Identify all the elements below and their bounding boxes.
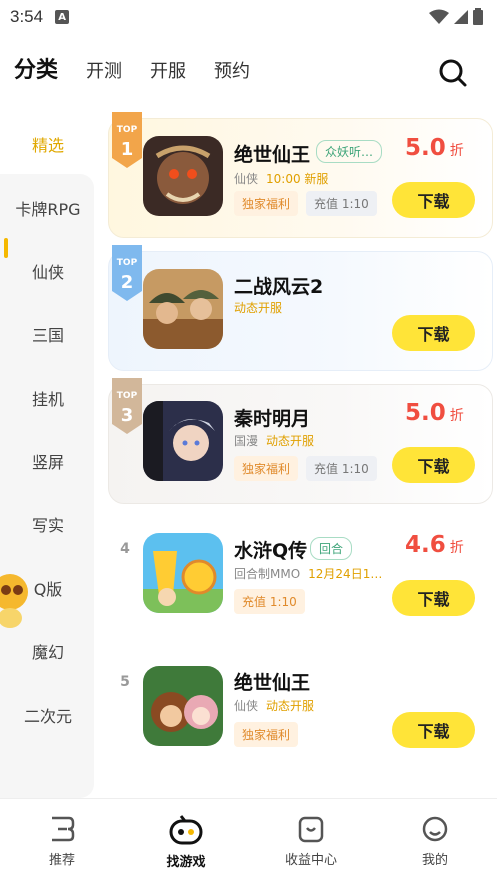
download-button[interactable]: 下载 (392, 712, 475, 748)
nav-recommend[interactable]: 推荐 (12, 815, 112, 868)
sidebar-item-xianxia[interactable]: 仙侠 (0, 259, 96, 283)
tab-reserve[interactable]: 预约 (214, 57, 250, 83)
chip-exclusive-perk: 独家福利 (234, 722, 299, 747)
chip-recharge-rate: 充值 1:10 (234, 589, 305, 614)
discount: 5.0 折 (405, 400, 464, 426)
category-sidebar: 精选 卡牌RPG 仙侠 三国 挂机 竖屏 写实 Q版 魔幻 二次元 (0, 108, 96, 798)
game-icon[interactable] (143, 533, 223, 613)
active-indicator (4, 238, 8, 258)
wifi-icon (429, 9, 449, 24)
wallet-icon (298, 816, 324, 843)
floating-mascot-icon[interactable] (0, 568, 32, 634)
signal-icon (454, 9, 468, 24)
game-name[interactable]: 二战风云2 (234, 272, 323, 299)
game-server-info: 动态开服 (234, 301, 283, 315)
sidebar-item-card-rpg[interactable]: 卡牌RPG (0, 196, 96, 220)
game-server-info: 10:00 新服 (266, 172, 329, 186)
sidebar-item-featured[interactable]: 精选 (0, 132, 96, 156)
status-bar: 3:54 A (0, 0, 497, 34)
discount-unit: 折 (449, 408, 464, 424)
sidebar-item-realistic[interactable]: 写实 (0, 512, 96, 536)
game-genre: 国漫 (234, 434, 259, 448)
game-icon[interactable] (143, 401, 223, 481)
nav-mine[interactable]: 我的 (385, 815, 485, 868)
battery-icon (473, 8, 483, 25)
game-meta: 仙侠 动态开服 (234, 697, 314, 714)
game-meta: 仙侠 10:00 新服 (234, 170, 328, 187)
discount: 4.6 折 (405, 532, 464, 558)
game-name[interactable]: 绝世仙王 (234, 668, 310, 695)
game-genre: 仙侠 (234, 699, 259, 713)
game-genre: 回合制MMO (234, 567, 301, 581)
download-button[interactable]: 下载 (392, 580, 475, 616)
game-genre: 仙侠 (234, 172, 259, 186)
rank-badge-label: TOP (117, 391, 138, 401)
rank-number: 5 (120, 674, 130, 690)
game-name[interactable]: 秦时明月 (234, 404, 310, 431)
nav-label: 收益中心 (284, 853, 337, 868)
game-server-info: 动态开服 (266, 434, 315, 448)
top-rank-badge: TOP 1 (112, 112, 142, 168)
rank-number: 2 (121, 272, 134, 293)
game-icon[interactable] (143, 666, 223, 746)
search-icon[interactable] (438, 58, 468, 88)
notification-icon: A (55, 10, 70, 24)
tab-category[interactable]: 分类 (14, 52, 58, 84)
game-icon[interactable] (143, 136, 223, 216)
chip-recharge-rate: 充值 1:10 (306, 191, 377, 216)
tab-server[interactable]: 开服 (150, 57, 186, 83)
chip-recharge-rate: 充值 1:10 (306, 456, 377, 481)
nav-label: 找游戏 (166, 855, 206, 870)
game-meta: 国漫 动态开服 (234, 432, 314, 449)
profile-icon (422, 816, 448, 842)
top-rank-badge: TOP 2 (112, 245, 142, 301)
download-button[interactable]: 下载 (392, 182, 475, 218)
rank-badge-label: TOP (117, 125, 138, 135)
status-indicators (429, 8, 483, 25)
top-tabs: 分类 开测 开服 预约 (14, 52, 250, 84)
tab-test[interactable]: 开测 (86, 57, 122, 83)
discount: 5.0 折 (405, 135, 464, 161)
discount-value: 5.0 (405, 135, 446, 161)
status-time: 3:54 (10, 7, 44, 26)
sidebar-item-vertical[interactable]: 竖屏 (0, 449, 96, 473)
discount-unit: 折 (449, 540, 464, 556)
sidebar-item-anime[interactable]: 二次元 (0, 703, 96, 727)
bottom-nav: 推荐 找游戏 收益中心 我的 (0, 798, 497, 883)
nav-label: 我的 (421, 853, 448, 868)
game-icon[interactable] (143, 269, 223, 349)
chip-exclusive-perk: 独家福利 (234, 456, 299, 481)
chip-exclusive-perk: 独家福利 (234, 191, 299, 216)
game-name[interactable]: 绝世仙王 (234, 140, 310, 167)
sidebar-item-fantasy[interactable]: 魔幻 (0, 639, 96, 663)
download-button[interactable]: 下载 (392, 315, 475, 351)
top-rank-badge: TOP 3 (112, 378, 142, 434)
discount-value: 5.0 (405, 400, 446, 426)
game-tag: 回合 (310, 537, 353, 560)
rank-number: 1 (121, 139, 134, 160)
game-server-info: 12月24日1… (308, 567, 383, 581)
rank-number: 3 (121, 405, 134, 426)
discount-unit: 折 (449, 143, 464, 159)
discount-value: 4.6 (405, 532, 446, 558)
game-name[interactable]: 水浒Q传 (234, 536, 307, 563)
download-button[interactable]: 下载 (392, 447, 475, 483)
sidebar-item-idle[interactable]: 挂机 (0, 386, 96, 410)
game-server-info: 动态开服 (266, 699, 315, 713)
nav-earnings[interactable]: 收益中心 (261, 815, 361, 868)
nav-label: 推荐 (48, 853, 75, 868)
rank-badge-label: TOP (117, 258, 138, 268)
gamepad-icon (169, 815, 203, 845)
rank-number: 4 (120, 541, 130, 557)
nav-find-games[interactable]: 找游戏 (136, 815, 236, 870)
sidebar-item-three-kingdoms[interactable]: 三国 (0, 322, 96, 346)
game-meta: 回合制MMO 12月24日1… (234, 565, 382, 582)
game-meta: 动态开服 (234, 299, 282, 316)
game-tag: 众妖听… (316, 140, 383, 163)
recommend-icon (52, 816, 75, 842)
